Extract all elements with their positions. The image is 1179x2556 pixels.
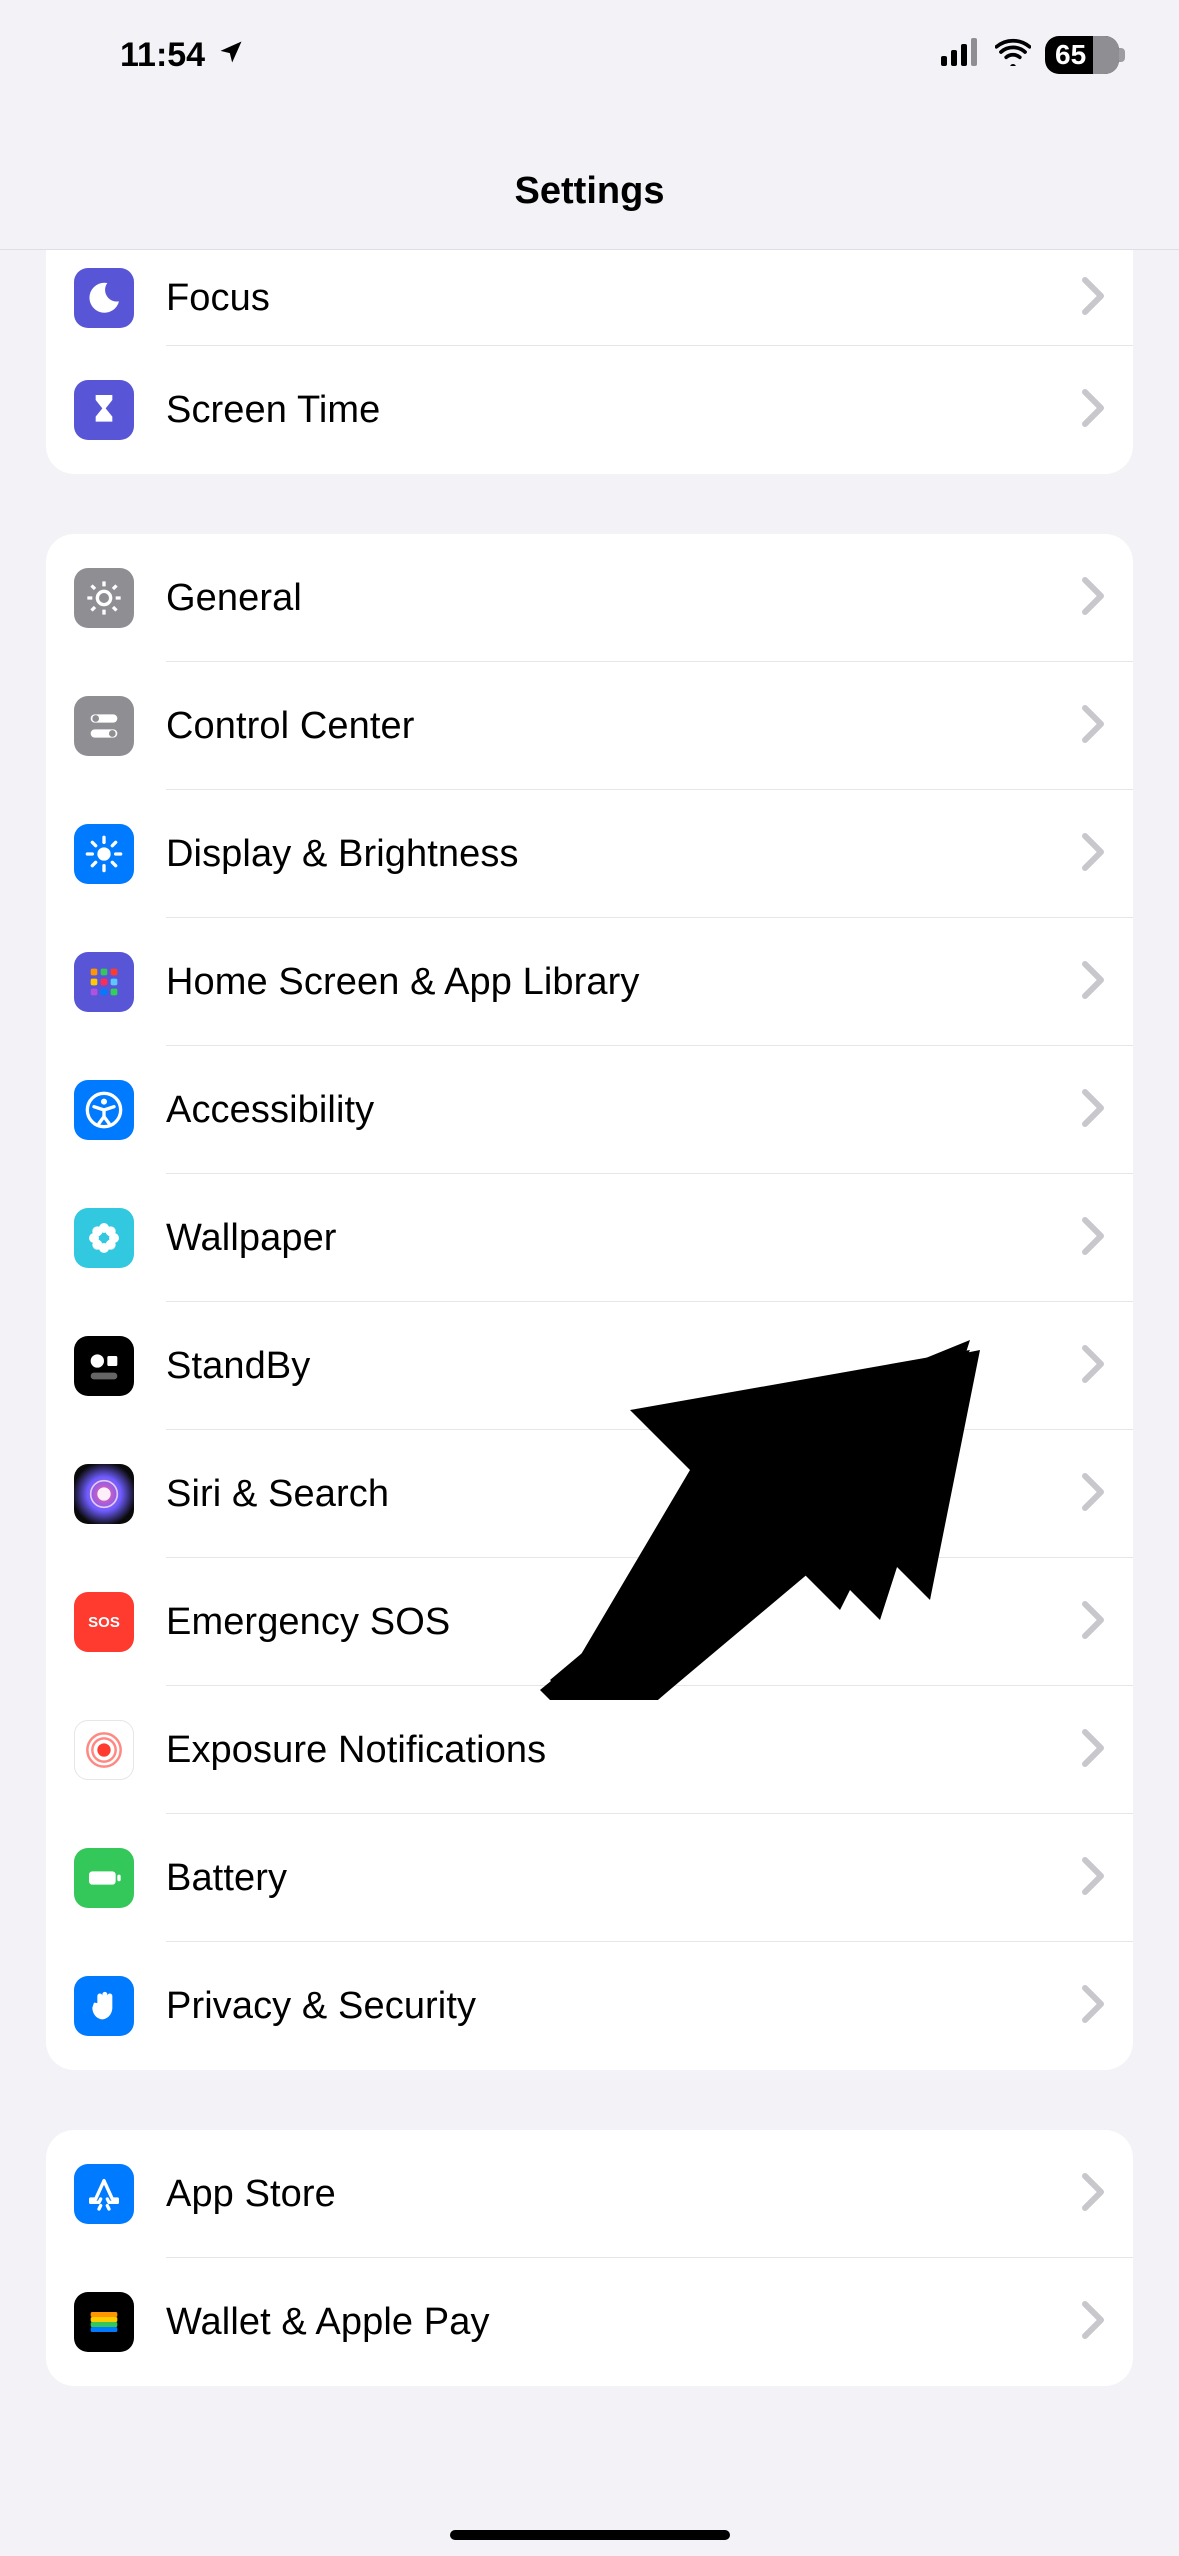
chevron-right-icon	[1081, 1728, 1105, 1773]
page-title: Settings	[0, 110, 1179, 250]
app-store-icon	[74, 2164, 134, 2224]
location-icon	[217, 36, 245, 75]
row-label: Focus	[166, 277, 1081, 320]
flower-icon	[74, 1208, 134, 1268]
row-general[interactable]: General	[46, 534, 1133, 662]
row-emergency-sos[interactable]: SOS Emergency SOS	[46, 1558, 1133, 1686]
chevron-right-icon	[1081, 576, 1105, 621]
accessibility-icon	[74, 1080, 134, 1140]
chevron-right-icon	[1081, 832, 1105, 877]
row-privacy-security[interactable]: Privacy & Security	[46, 1942, 1133, 2070]
row-label: StandBy	[166, 1345, 1081, 1388]
chevron-right-icon	[1081, 1344, 1105, 1389]
settings-group-general: General Control Center Display & Brightn…	[46, 534, 1133, 2070]
battery-level: 65	[1055, 39, 1086, 71]
row-label: Wallpaper	[166, 1217, 1081, 1260]
row-exposure-notifications[interactable]: Exposure Notifications	[46, 1686, 1133, 1814]
chevron-right-icon	[1081, 2172, 1105, 2217]
row-accessibility[interactable]: Accessibility	[46, 1046, 1133, 1174]
chevron-right-icon	[1081, 2300, 1105, 2345]
row-home-screen[interactable]: Home Screen & App Library	[46, 918, 1133, 1046]
row-label: Accessibility	[166, 1089, 1081, 1132]
home-indicator	[450, 2530, 730, 2540]
row-screen-time[interactable]: Screen Time	[46, 346, 1133, 474]
settings-group-focus: Focus Screen Time	[46, 250, 1133, 474]
row-wallet-apple-pay[interactable]: Wallet & Apple Pay	[46, 2258, 1133, 2386]
moon-icon	[74, 268, 134, 328]
chevron-right-icon	[1081, 388, 1105, 433]
chevron-right-icon	[1081, 704, 1105, 749]
row-label: App Store	[166, 2173, 1081, 2216]
row-battery[interactable]: Battery	[46, 1814, 1133, 1942]
standby-icon	[74, 1336, 134, 1396]
row-label: Display & Brightness	[166, 833, 1081, 876]
row-control-center[interactable]: Control Center	[46, 662, 1133, 790]
chevron-right-icon	[1081, 276, 1105, 321]
battery-full-icon	[74, 1848, 134, 1908]
row-label: Home Screen & App Library	[166, 961, 1081, 1004]
row-label: General	[166, 577, 1081, 620]
chevron-right-icon	[1081, 1984, 1105, 2029]
row-siri-search[interactable]: Siri & Search	[46, 1430, 1133, 1558]
settings-group-store: App Store Wallet & Apple Pay	[46, 2130, 1133, 2386]
settings-scroll[interactable]: Focus Screen Time General	[0, 250, 1179, 2386]
chevron-right-icon	[1081, 1472, 1105, 1517]
chevron-right-icon	[1081, 1088, 1105, 1133]
row-wallpaper[interactable]: Wallpaper	[46, 1174, 1133, 1302]
chevron-right-icon	[1081, 1856, 1105, 1901]
row-label: Siri & Search	[166, 1473, 1081, 1516]
row-label: Wallet & Apple Pay	[166, 2301, 1081, 2344]
row-label: Emergency SOS	[166, 1601, 1081, 1644]
row-label: Screen Time	[166, 389, 1081, 432]
hand-icon	[74, 1976, 134, 2036]
sun-icon	[74, 824, 134, 884]
app-grid-icon	[74, 952, 134, 1012]
wallet-icon	[74, 2292, 134, 2352]
chevron-right-icon	[1081, 1216, 1105, 1261]
row-focus[interactable]: Focus	[46, 250, 1133, 346]
row-label: Exposure Notifications	[166, 1729, 1081, 1772]
siri-icon	[74, 1464, 134, 1524]
cellular-icon	[941, 36, 981, 75]
status-time: 11:54	[120, 36, 205, 75]
status-right: 65	[941, 36, 1119, 75]
chevron-right-icon	[1081, 1600, 1105, 1645]
gear-icon	[74, 568, 134, 628]
battery-icon: 65	[1045, 36, 1119, 74]
status-bar: 11:54 65	[0, 0, 1179, 110]
chevron-right-icon	[1081, 960, 1105, 1005]
hourglass-icon	[74, 380, 134, 440]
status-left: 11:54	[120, 36, 245, 75]
row-app-store[interactable]: App Store	[46, 2130, 1133, 2258]
row-label: Battery	[166, 1857, 1081, 1900]
row-display-brightness[interactable]: Display & Brightness	[46, 790, 1133, 918]
row-label: Privacy & Security	[166, 1985, 1081, 2028]
toggles-icon	[74, 696, 134, 756]
row-standby[interactable]: StandBy	[46, 1302, 1133, 1430]
exposure-icon	[74, 1720, 134, 1780]
wifi-icon	[995, 36, 1031, 75]
svg-text:SOS: SOS	[88, 1614, 120, 1631]
sos-icon: SOS	[74, 1592, 134, 1652]
row-label: Control Center	[166, 705, 1081, 748]
